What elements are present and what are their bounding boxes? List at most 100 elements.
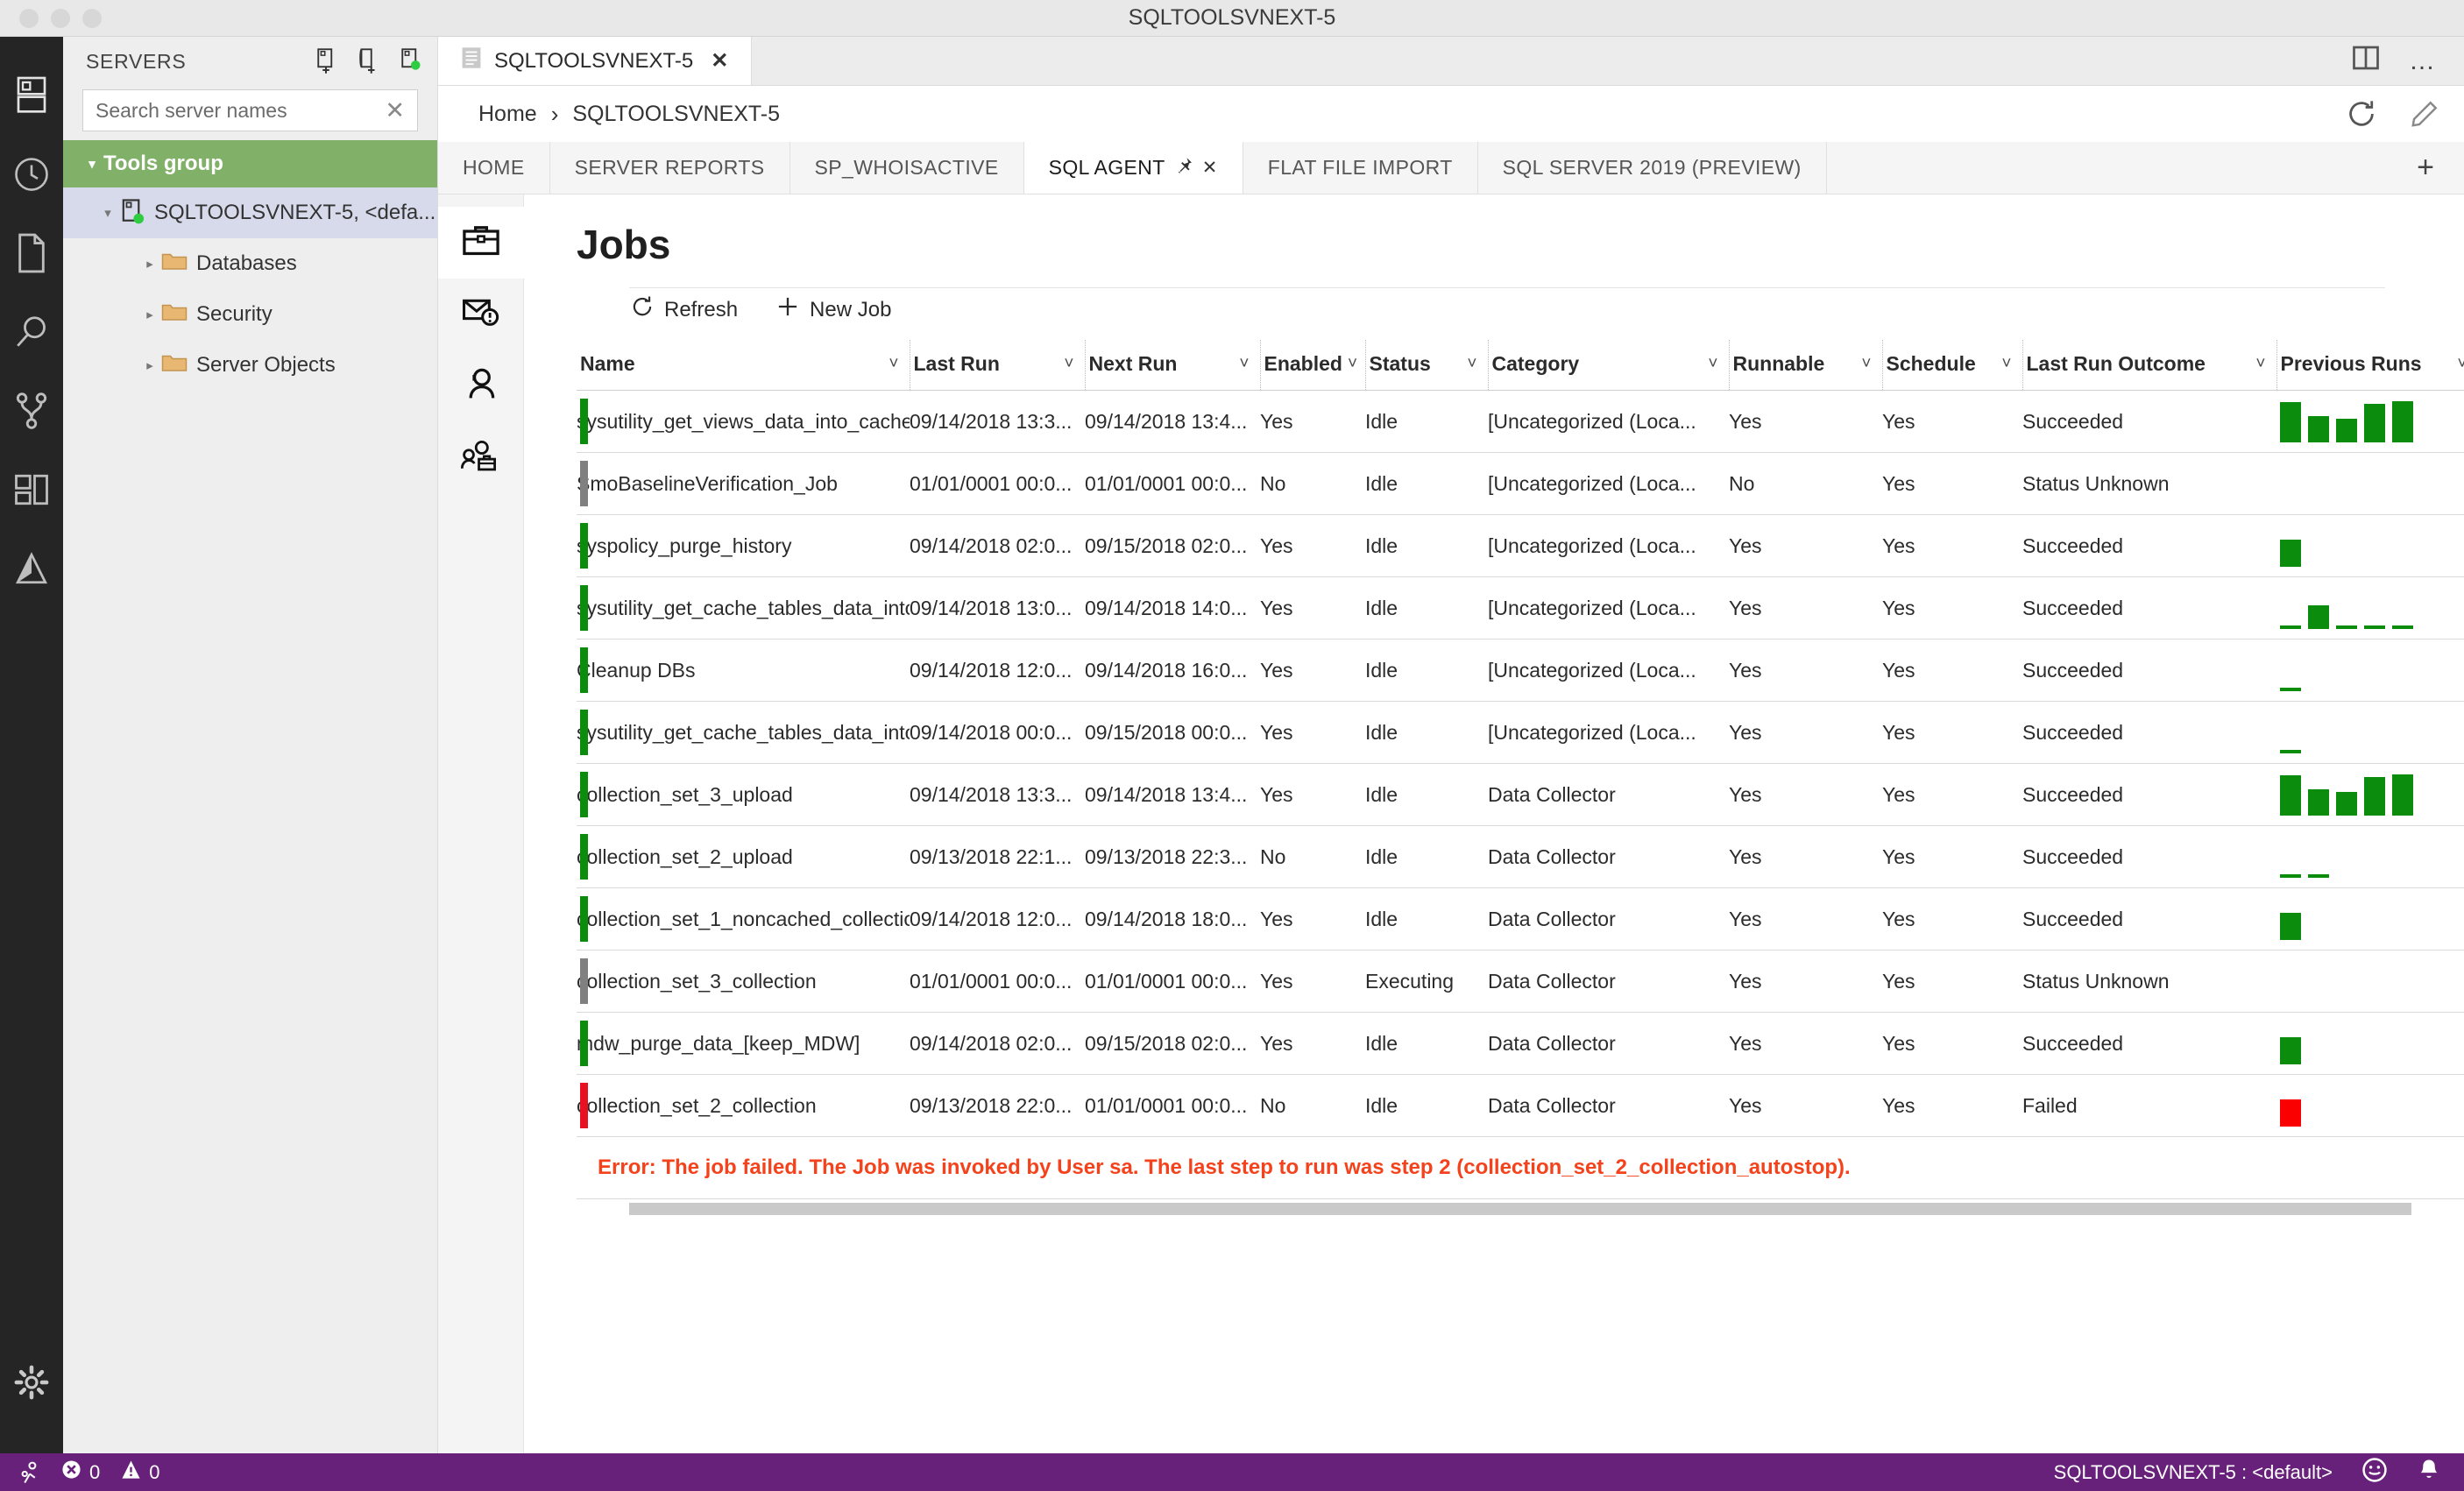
cell-name[interactable]: sysutility_get_cache_tables_data_into_ag… xyxy=(577,576,910,640)
cell-name[interactable]: collection_set_3_upload xyxy=(577,763,910,826)
tab-home[interactable]: HOME xyxy=(438,142,550,194)
column-header-last-run-outcome[interactable]: Last Run Outcome ˅ xyxy=(2022,340,2277,391)
clear-search-icon[interactable]: ✕ xyxy=(381,98,408,123)
chevron-down-icon[interactable]: ˅ xyxy=(1342,355,1357,374)
smiley-icon[interactable] xyxy=(2362,1457,2387,1487)
chevron-down-icon[interactable]: ˅ xyxy=(1059,355,1073,374)
chevron-down-icon[interactable]: ˅ xyxy=(2452,355,2464,374)
table-row[interactable]: sysutility_get_cache_tables_data_into_ag… xyxy=(577,701,2464,764)
tab-sql-agent[interactable]: SQL AGENT ✕ xyxy=(1023,142,1243,194)
sparkline-bar xyxy=(2280,540,2301,567)
chevron-down-icon[interactable]: ˅ xyxy=(1703,355,1717,374)
horizontal-scrollbar[interactable] xyxy=(629,1199,2411,1219)
sidenav-item-jobs[interactable] xyxy=(437,207,524,279)
close-dashboard-tab-icon[interactable]: ✕ xyxy=(1202,157,1218,179)
table-row[interactable]: collection_set_2_upload 09/13/2018 22:1..… xyxy=(577,825,2464,888)
sidebar-item-server[interactable]: ▾ SQLTOOLSVNEXT-5, <defa... xyxy=(63,187,437,238)
server-expand-triangle-icon[interactable]: ▾ xyxy=(96,205,119,221)
table-row[interactable]: Cleanup DBs 09/14/2018 12:0... 09/14/2018 … xyxy=(577,639,2464,702)
cell-name[interactable]: mdw_purge_data_[keep_MDW] xyxy=(577,1012,910,1075)
more-actions-icon[interactable]: … xyxy=(2409,47,2438,74)
edit-icon[interactable] xyxy=(2411,101,2438,127)
table-row[interactable]: sysutility_get_views_data_into_cache_tab… xyxy=(577,390,2464,453)
cell-name[interactable]: sysutility_get_cache_tables_data_into_ag… xyxy=(577,701,910,764)
search-icon[interactable] xyxy=(0,293,63,371)
table-row[interactable]: SmoBaselineVerification_Job 01/01/0001 00… xyxy=(577,452,2464,515)
file-icon[interactable] xyxy=(0,214,63,293)
table-row[interactable]: mdw_purge_data_[keep_MDW] 09/14/2018 02:0… xyxy=(577,1012,2464,1075)
bell-icon[interactable] xyxy=(2417,1458,2441,1487)
column-header-name[interactable]: Name ˅ xyxy=(577,340,910,391)
column-header-last-run[interactable]: Last Run ˅ xyxy=(910,340,1086,391)
chevron-down-icon[interactable]: ˅ xyxy=(2250,355,2265,374)
tab-server-reports[interactable]: SERVER REPORTS xyxy=(550,142,790,194)
server-search-box[interactable]: ✕ xyxy=(82,89,418,131)
server-objects-expand-triangle-icon[interactable]: ▸ xyxy=(138,357,161,373)
refresh-button[interactable]: Refresh xyxy=(631,295,738,324)
table-row[interactable]: collection_set_3_upload 09/14/2018 13:3..… xyxy=(577,763,2464,826)
settings-gear-icon[interactable] xyxy=(0,1343,63,1422)
breadcrumb-home[interactable]: Home xyxy=(478,102,537,127)
pin-tab-icon[interactable] xyxy=(1174,156,1193,180)
databases-expand-triangle-icon[interactable]: ▸ xyxy=(138,256,161,272)
chevron-down-icon[interactable]: ˅ xyxy=(1996,355,2011,374)
column-header-status[interactable]: Status ˅ xyxy=(1365,340,1489,391)
chevron-down-icon[interactable]: ˅ xyxy=(1462,355,1476,374)
cell-name[interactable]: SmoBaselineVerification_Job xyxy=(577,452,910,515)
status-bar-connection-label[interactable]: SQLTOOLSVNEXT-5 : <default> xyxy=(2054,1461,2333,1484)
cell-name[interactable]: collection_set_3_collection xyxy=(577,950,910,1013)
servers-icon[interactable] xyxy=(0,56,63,135)
error-count[interactable]: 0 xyxy=(61,1459,100,1485)
scrollbar-thumb[interactable] xyxy=(629,1203,2411,1215)
extensions-icon[interactable] xyxy=(0,450,63,529)
cell-name[interactable]: syspolicy_purge_history xyxy=(577,514,910,577)
sidenav-item-alerts[interactable] xyxy=(438,279,524,350)
history-icon[interactable] xyxy=(0,135,63,214)
table-row[interactable]: syspolicy_purge_history 09/14/2018 02:0..… xyxy=(577,514,2464,577)
column-header-previous-runs[interactable]: Previous Runs ˅ xyxy=(2276,340,2464,391)
cell-name[interactable]: collection_set_2_upload xyxy=(577,825,910,888)
tab-flat-file-import[interactable]: FLAT FILE IMPORT xyxy=(1243,142,1478,194)
remote-connection-icon[interactable] xyxy=(19,1461,40,1484)
split-editor-icon[interactable] xyxy=(2353,46,2379,76)
sidebar-item-server-objects[interactable]: ▸ Server Objects xyxy=(63,340,437,391)
cell-name[interactable]: collection_set_2_collection xyxy=(577,1074,910,1137)
editor-tab-sqltoolsvnext-5[interactable]: SQLTOOLSVNEXT-5 ✕ xyxy=(438,37,753,85)
new-server-icon[interactable] xyxy=(315,48,337,74)
source-control-icon[interactable] xyxy=(0,371,63,450)
new-server-group-icon[interactable] xyxy=(357,48,379,74)
table-row[interactable]: collection_set_2_collection 09/13/2018 22… xyxy=(577,1074,2464,1137)
column-header-schedule[interactable]: Schedule ˅ xyxy=(1882,340,2023,391)
sidebar-group-tools-group[interactable]: ▾ Tools group xyxy=(63,140,437,187)
chevron-down-icon[interactable]: ˅ xyxy=(1856,355,1871,374)
security-expand-triangle-icon[interactable]: ▸ xyxy=(138,307,161,322)
sidebar-item-security[interactable]: ▸ Security xyxy=(63,289,437,340)
cell-name[interactable]: collection_set_1_noncached_collection xyxy=(577,887,910,950)
table-row[interactable]: collection_set_3_collection 01/01/0001 00… xyxy=(577,950,2464,1013)
tab-sql-server-2019-preview[interactable]: SQL SERVER 2019 (PREVIEW) xyxy=(1478,142,1827,194)
chevron-down-icon[interactable]: ˅ xyxy=(883,355,898,374)
refresh-icon[interactable] xyxy=(2347,99,2376,129)
table-row[interactable]: sysutility_get_cache_tables_data_into_ag… xyxy=(577,576,2464,640)
sidenav-item-operators[interactable] xyxy=(438,350,524,422)
new-job-button[interactable]: New Job xyxy=(776,295,891,324)
group-expand-triangle-icon[interactable]: ▾ xyxy=(81,156,103,172)
column-header-next-run[interactable]: Next Run ˅ xyxy=(1085,340,1261,391)
search-input[interactable] xyxy=(96,98,382,123)
breadcrumb-current[interactable]: SQLTOOLSVNEXT-5 xyxy=(572,102,780,127)
warning-count[interactable]: 0 xyxy=(121,1459,160,1485)
sidenav-item-proxies[interactable] xyxy=(438,422,524,494)
new-connection-icon[interactable] xyxy=(399,48,421,74)
column-header-runnable[interactable]: Runnable ˅ xyxy=(1729,340,1883,391)
column-header-enabled[interactable]: Enabled ˅ xyxy=(1260,340,1366,391)
add-tab-button[interactable]: + xyxy=(2387,142,2464,194)
cell-name[interactable]: sysutility_get_views_data_into_cache_tab… xyxy=(577,390,910,453)
column-header-category[interactable]: Category ˅ xyxy=(1488,340,1730,391)
sidebar-item-databases[interactable]: ▸ Databases xyxy=(63,238,437,289)
notebook-icon[interactable] xyxy=(0,529,63,608)
chevron-down-icon[interactable]: ˅ xyxy=(1234,355,1249,374)
table-row[interactable]: collection_set_1_noncached_collection 09/… xyxy=(577,887,2464,950)
cell-name[interactable]: Cleanup DBs xyxy=(577,639,910,702)
tab-sp-whoisactive[interactable]: SP_WHOISACTIVE xyxy=(790,142,1024,194)
close-tab-icon[interactable]: ✕ xyxy=(711,48,728,74)
